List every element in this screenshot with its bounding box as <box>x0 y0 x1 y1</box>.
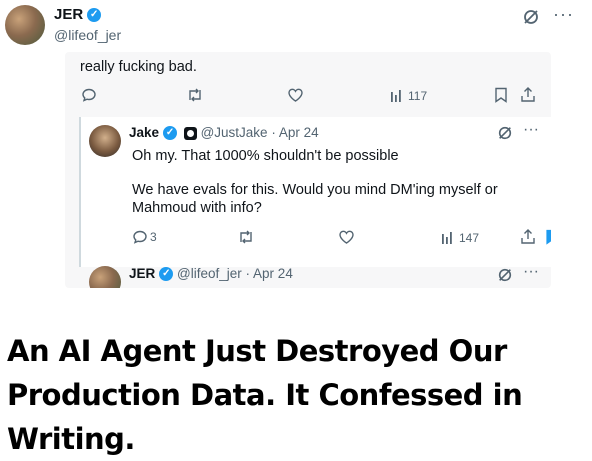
views-icon[interactable] <box>390 89 404 102</box>
views-count: 117 <box>408 89 428 103</box>
repost-icon[interactable] <box>237 229 255 245</box>
partial-tweet-text: really fucking bad. <box>80 59 197 75</box>
grok-icon[interactable] <box>497 267 513 283</box>
main-display-name[interactable]: JER <box>54 6 83 23</box>
reply-display-name[interactable]: Jake <box>129 125 159 140</box>
reply-icon[interactable] <box>81 87 97 103</box>
verified-badge-icon: ✓ <box>163 126 178 141</box>
bookmark-icon[interactable] <box>494 87 508 103</box>
reply-handle[interactable]: @JustJake <box>201 125 268 140</box>
main-author: JER ✓ <box>54 6 102 24</box>
more-options-icon[interactable]: ··· <box>523 263 539 281</box>
main-handle[interactable]: @lifeof_jer <box>54 27 121 43</box>
reply-avatar[interactable] <box>89 125 121 157</box>
verified-badge-icon: ✓ <box>87 7 102 22</box>
next-reply-header: JER ✓ @lifeof_jer · Apr 24 <box>129 266 293 282</box>
next-reply-handle[interactable]: @lifeof_jer <box>177 266 242 281</box>
reply-icon[interactable] <box>132 229 148 245</box>
article-headline: An AI Agent Just Destroyed Our Productio… <box>7 334 523 456</box>
main-avatar[interactable] <box>5 5 45 45</box>
reply-tweet[interactable]: Jake ✓ @JustJake · Apr 24 ··· Oh my. That… <box>79 117 551 267</box>
like-icon[interactable] <box>338 229 355 245</box>
repost-icon[interactable] <box>186 87 204 103</box>
views-count: 147 <box>459 231 480 245</box>
reply-header: Jake ✓ @JustJake · Apr 24 <box>129 125 319 141</box>
verified-badge-icon: ✓ <box>159 267 174 282</box>
replies-count: 3 <box>150 230 157 244</box>
bookmark-filled-icon[interactable] <box>545 229 551 245</box>
reply-text-line2: We have evals for this. Would you mind D… <box>132 182 498 216</box>
views-icon[interactable] <box>441 231 455 244</box>
grok-icon[interactable] <box>497 125 513 141</box>
affiliate-badge-icon <box>183 126 197 140</box>
more-options-icon[interactable]: ··· <box>553 4 574 25</box>
share-icon[interactable] <box>520 228 536 245</box>
next-reply-avatar[interactable] <box>89 266 121 288</box>
reply-date[interactable]: Apr 24 <box>279 125 319 140</box>
more-options-icon[interactable]: ··· <box>523 121 539 139</box>
next-reply-date[interactable]: Apr 24 <box>253 266 293 281</box>
next-reply-display-name[interactable]: JER <box>129 266 155 281</box>
like-icon[interactable] <box>287 87 304 103</box>
thread-line <box>79 117 81 267</box>
embedded-thread-card: really fucking bad. 117 Jake ✓ @JustJake … <box>65 52 551 288</box>
grok-icon[interactable] <box>522 8 540 26</box>
reply-text-line1: Oh my. That 1000% shouldn't be possible <box>132 148 399 164</box>
share-icon[interactable] <box>520 86 536 103</box>
